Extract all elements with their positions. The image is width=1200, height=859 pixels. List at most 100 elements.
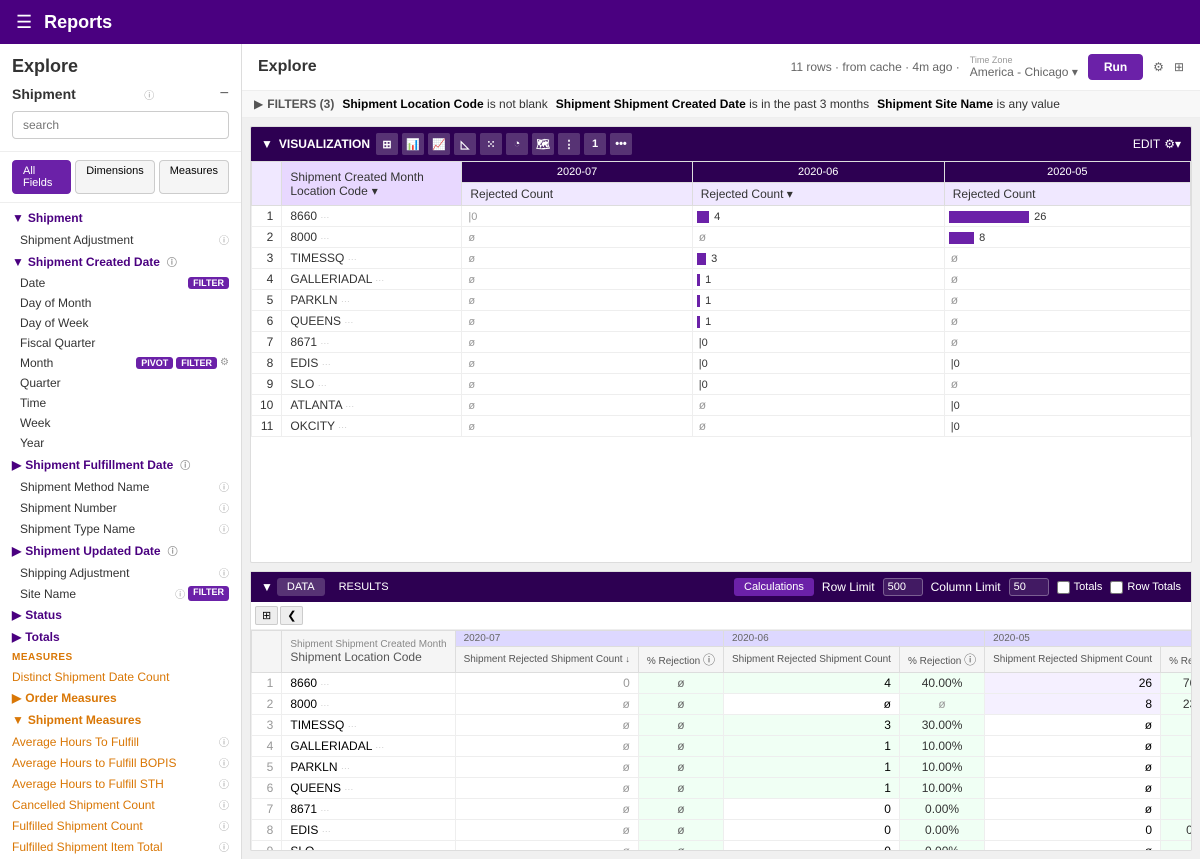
sidebar-item-quarter[interactable]: Quarter bbox=[0, 373, 241, 393]
header-right: 11 rows · from cache · 4m ago · Time Zon… bbox=[791, 54, 1184, 80]
totals-header[interactable]: ▶ Totals bbox=[0, 626, 241, 648]
more-icon[interactable]: ••• bbox=[610, 133, 632, 155]
sidebar-item-fulfilled-shipment[interactable]: Fulfilled Shipment Count ⓘ bbox=[0, 815, 241, 836]
rej06-cell: 3 bbox=[723, 715, 899, 736]
bar-cell-05: |0 bbox=[944, 416, 1190, 437]
rejected-count-05-header: Rejected Count bbox=[944, 183, 1190, 206]
grid-icon[interactable]: ⊞ bbox=[1174, 60, 1184, 74]
sidebar-item-fiscal-quarter[interactable]: Fiscal Quarter bbox=[0, 333, 241, 353]
filter-toggle[interactable]: ▶ FILTERS (3) bbox=[254, 97, 334, 111]
loc-cell: TIMESSQ ··· bbox=[282, 715, 455, 736]
bar-chart-icon[interactable]: 📊 bbox=[402, 133, 424, 155]
totals-checkbox[interactable] bbox=[1057, 581, 1070, 594]
sidebar-item-shipment-method[interactable]: Shipment Method Name ⓘ bbox=[0, 476, 241, 497]
bar-cell-05: |0 bbox=[944, 395, 1190, 416]
pct07-cell: ø bbox=[638, 841, 723, 851]
shipment-header: Shipment ⓘ − bbox=[12, 85, 229, 103]
sidebar-item-shipment-type[interactable]: Shipment Type Name ⓘ bbox=[0, 518, 241, 539]
single-value-icon[interactable]: 1 bbox=[584, 133, 606, 155]
tab-results[interactable]: RESULTS bbox=[329, 578, 399, 596]
tab-measures[interactable]: Measures bbox=[159, 160, 229, 194]
table-icon[interactable]: ⊞ bbox=[376, 133, 398, 155]
sidebar-item-cancelled-shipment[interactable]: Cancelled Shipment Count ⓘ bbox=[0, 794, 241, 815]
sidebar-item-avg-hours-bopis[interactable]: Average Hours to Fulfill BOPIS ⓘ bbox=[0, 752, 241, 773]
viz-table-container[interactable]: Shipment Created Month Location Code ▾ 2… bbox=[251, 161, 1191, 562]
sidebar-item-month[interactable]: Month PIVOT FILTER ⚙ bbox=[0, 353, 241, 373]
hamburger-icon[interactable]: ☰ bbox=[16, 12, 32, 33]
loc-cell: QUEENS ··· bbox=[282, 778, 455, 799]
run-button[interactable]: Run bbox=[1088, 54, 1143, 80]
area-chart-icon[interactable]: ◺ bbox=[454, 133, 476, 155]
row-limit-label: Row Limit bbox=[822, 580, 875, 594]
scroll-left-button[interactable]: ⊞ bbox=[255, 606, 278, 625]
edit-label[interactable]: EDIT bbox=[1133, 137, 1160, 151]
shipment-created-date-header[interactable]: ▼ Shipment Created Date ⓘ bbox=[0, 250, 241, 273]
settings-icon[interactable]: ⚙ bbox=[220, 357, 229, 369]
order-measures-header[interactable]: ▶ Order Measures bbox=[0, 687, 241, 709]
timezone-dropdown-icon[interactable]: ▾ bbox=[1072, 65, 1078, 79]
sidebar-item-time[interactable]: Time bbox=[0, 393, 241, 413]
shipment-updated-date-header[interactable]: ▶ Shipment Updated Date ⓘ bbox=[0, 539, 241, 562]
loc-cell: 8000 ··· bbox=[282, 694, 455, 715]
sidebar-item-site-name[interactable]: Site Name ⓘ FILTER bbox=[0, 583, 241, 604]
sidebar-item-shipment-adjustment[interactable]: Shipment Adjustment ⓘ bbox=[0, 229, 241, 250]
rejected-count-07-header: Rejected Count bbox=[462, 183, 692, 206]
bar-cell-07: ø bbox=[462, 248, 692, 269]
shipment-fulfillment-date-header[interactable]: ▶ Shipment Fulfillment Date ⓘ bbox=[0, 453, 241, 476]
search-input[interactable] bbox=[12, 111, 229, 139]
status-header[interactable]: ▶ Status bbox=[0, 604, 241, 626]
tab-data[interactable]: DATA bbox=[277, 578, 325, 596]
month-05-group: 2020-05 bbox=[985, 631, 1191, 647]
sidebar-item-week[interactable]: Week bbox=[0, 413, 241, 433]
pie-chart-icon[interactable]: ◔ bbox=[506, 133, 528, 155]
rej05-cell: ø bbox=[985, 736, 1161, 757]
rej07-cell: ø bbox=[455, 799, 638, 820]
sidebar-item-day-of-week[interactable]: Day of Week bbox=[0, 313, 241, 333]
row-num: 4 bbox=[252, 736, 282, 757]
sidebar-item-year[interactable]: Year bbox=[0, 433, 241, 453]
row-totals-checkbox[interactable] bbox=[1110, 581, 1123, 594]
bar-cell-05: 26 bbox=[944, 206, 1190, 227]
sort-icon[interactable]: ▾ bbox=[787, 187, 793, 201]
sidebar-item-shipment-number[interactable]: Shipment Number ⓘ bbox=[0, 497, 241, 518]
settings-icon[interactable]: ⚙▾ bbox=[1164, 137, 1181, 151]
row-limit-input[interactable] bbox=[883, 578, 923, 596]
sidebar-item-day-of-month[interactable]: Day of Month bbox=[0, 293, 241, 313]
tab-dimensions[interactable]: Dimensions bbox=[75, 160, 154, 194]
shipment-measures-header[interactable]: ▼ Shipment Measures bbox=[0, 709, 241, 731]
shipment-group-header[interactable]: ▼ Shipment bbox=[0, 207, 241, 229]
sidebar-item-shipping-adjustment[interactable]: Shipping Adjustment ⓘ bbox=[0, 562, 241, 583]
row-num-col bbox=[252, 631, 282, 673]
rej06-cell: 1 bbox=[723, 778, 899, 799]
pct05-cell: 76.47% bbox=[1161, 673, 1191, 694]
map-icon[interactable]: 🗺 bbox=[532, 133, 554, 155]
sidebar-item-fulfilled-item-total[interactable]: Fulfilled Shipment Item Total ⓘ bbox=[0, 836, 241, 857]
sidebar-tree: ▼ Shipment Shipment Adjustment ⓘ ▼ Shipm… bbox=[0, 203, 241, 859]
bar-cell-05: ø bbox=[944, 332, 1190, 353]
data-toolbar-right: Calculations Row Limit Column Limit Tota… bbox=[734, 578, 1181, 596]
tab-all-fields[interactable]: All Fields bbox=[12, 160, 71, 194]
sort-icon[interactable]: ▾ bbox=[372, 184, 378, 198]
sidebar-item-avg-hours-sth[interactable]: Average Hours to Fulfill STH ⓘ bbox=[0, 773, 241, 794]
filter-arrow-icon: ▶ bbox=[254, 97, 263, 111]
settings-icon[interactable]: ⚙ bbox=[1153, 60, 1164, 74]
totals-checkbox-label[interactable]: Totals bbox=[1057, 581, 1103, 594]
line-chart-icon[interactable]: 📈 bbox=[428, 133, 450, 155]
bar-cell-05: ø bbox=[944, 311, 1190, 332]
sidebar-item-date[interactable]: Date FILTER bbox=[0, 273, 241, 293]
row-totals-checkbox-label[interactable]: Row Totals bbox=[1110, 581, 1181, 594]
pct05-cell: ø bbox=[1161, 757, 1191, 778]
row-num: 3 bbox=[252, 715, 282, 736]
sidebar-item-avg-hours-fulfill[interactable]: Average Hours To Fulfill ⓘ bbox=[0, 731, 241, 752]
calculations-button[interactable]: Calculations bbox=[734, 578, 814, 596]
pct-07-header: % Rejection ⓘ bbox=[638, 647, 723, 673]
funnel-icon[interactable]: ⋮ bbox=[558, 133, 580, 155]
scroll-right-button[interactable]: ❮ bbox=[280, 606, 303, 625]
collapse-button[interactable]: − bbox=[220, 85, 229, 103]
scatter-icon[interactable]: ⁙ bbox=[480, 133, 502, 155]
bar-cell-07: ø bbox=[462, 290, 692, 311]
rows-info: 11 rows · from cache · 4m ago · bbox=[791, 60, 960, 74]
results-table-container[interactable]: Shipment Shipment Created Month Shipment… bbox=[251, 630, 1191, 850]
sidebar-item-distinct-shipment[interactable]: Distinct Shipment Date Count bbox=[0, 667, 241, 687]
col-limit-input[interactable] bbox=[1009, 578, 1049, 596]
